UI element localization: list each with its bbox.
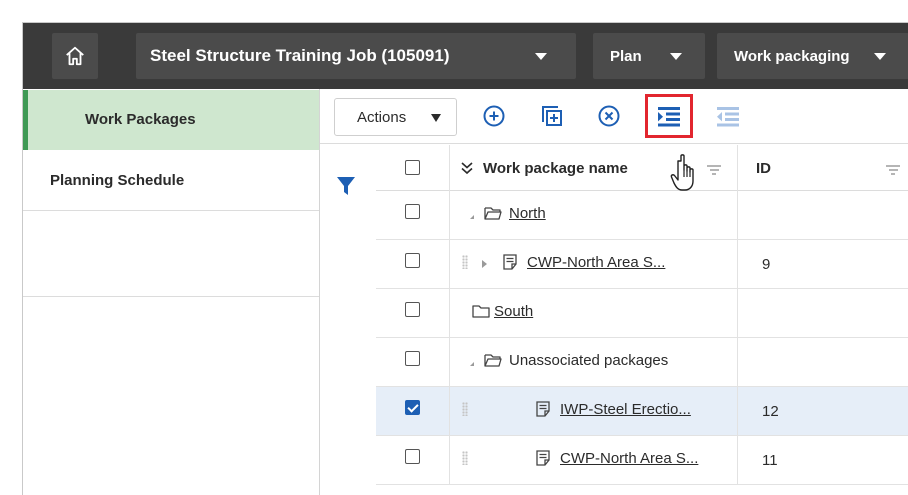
chevron-down-icon <box>535 53 547 60</box>
outdent-icon <box>717 107 739 127</box>
app-window: Steel Structure Training Job (105091) Pl… <box>22 22 908 495</box>
collapse-all-icon[interactable] <box>460 161 474 175</box>
row-id-cell: 12 <box>762 403 779 420</box>
header-select-all[interactable] <box>376 145 450 191</box>
remove-circle-icon <box>598 105 620 127</box>
folder-icon <box>472 305 490 318</box>
row-checkbox[interactable] <box>405 449 420 464</box>
plan-label: Plan <box>610 47 642 65</box>
sidebar-item-label: Work Packages <box>85 111 196 128</box>
row-name-label: Unassociated packages <box>509 352 669 369</box>
row-name-link[interactable]: North <box>509 191 546 237</box>
plan-dropdown[interactable]: Plan <box>593 33 705 79</box>
column-header-id[interactable]: ID <box>738 145 908 191</box>
outdent-button[interactable] <box>714 102 742 130</box>
folder-open-icon <box>484 207 502 220</box>
job-selector[interactable]: Steel Structure Training Job (105091) <box>136 33 576 79</box>
row-name-link[interactable]: CWP-North Area S... <box>527 240 665 286</box>
table-row[interactable]: North <box>376 191 908 240</box>
row-id-cell <box>738 338 908 387</box>
select-all-checkbox[interactable] <box>405 160 420 175</box>
row-select-cell <box>376 338 450 387</box>
expand-toggle-icon[interactable] <box>470 362 474 366</box>
work-package-icon <box>503 254 517 270</box>
filter-column <box>320 145 376 495</box>
filter-icon[interactable] <box>336 175 356 197</box>
row-select-cell <box>376 191 450 240</box>
table-row[interactable]: Unassociated packages <box>376 338 908 387</box>
actions-label: Actions <box>357 108 407 126</box>
row-checkbox-checked[interactable] <box>405 400 420 415</box>
row-checkbox[interactable] <box>405 204 420 219</box>
row-name-link[interactable]: CWP-North Area S... <box>560 436 698 482</box>
work-package-icon <box>536 401 550 417</box>
add-circle-icon <box>483 105 505 127</box>
work-packaging-label: Work packaging <box>734 47 850 65</box>
table-row[interactable]: IWP-Steel Erectio... 12 <box>376 387 908 436</box>
add-copy-button[interactable] <box>538 102 566 130</box>
table-row[interactable]: CWP-North Area S... 11 <box>376 436 908 485</box>
remove-circle-button[interactable] <box>595 102 623 130</box>
top-bar: Steel Structure Training Job (105091) Pl… <box>23 23 908 89</box>
sidebar-item-work-packages[interactable]: Work Packages <box>23 90 319 150</box>
work-packaging-dropdown[interactable]: Work packaging <box>717 33 908 79</box>
row-name-cell: North <box>450 191 738 240</box>
row-select-cell <box>376 240 450 289</box>
home-icon <box>66 46 84 66</box>
expand-toggle-icon[interactable] <box>470 215 474 219</box>
row-checkbox[interactable] <box>405 253 420 268</box>
expand-toggle-icon[interactable] <box>482 260 487 268</box>
add-circle-button[interactable] <box>480 102 508 130</box>
work-package-icon <box>536 450 550 466</box>
caret-down-icon <box>431 114 441 122</box>
row-name-cell: South <box>450 289 738 338</box>
row-checkbox[interactable] <box>405 351 420 366</box>
row-id-cell <box>738 191 908 240</box>
column-label-name: Work package name <box>483 159 628 177</box>
sidebar-divider <box>23 296 319 297</box>
add-copy-icon <box>542 106 562 126</box>
work-package-grid: Work package name ID North CWP-North Are… <box>376 145 908 495</box>
chevron-down-icon <box>670 53 682 60</box>
row-name-cell: IWP-Steel Erectio... <box>450 387 738 436</box>
row-name-cell: CWP-North Area S... <box>450 240 738 289</box>
drag-handle-icon[interactable] <box>462 255 468 269</box>
row-name-link[interactable]: South <box>494 289 533 335</box>
row-checkbox[interactable] <box>405 302 420 317</box>
row-id-cell: 11 <box>762 452 778 469</box>
column-menu-icon[interactable] <box>886 165 900 175</box>
drag-handle-icon[interactable] <box>462 451 468 465</box>
row-select-cell <box>376 289 450 338</box>
sidebar: Work Packages Planning Schedule <box>23 89 320 495</box>
row-name-link[interactable]: IWP-Steel Erectio... <box>560 387 691 433</box>
row-select-cell <box>376 387 450 436</box>
sidebar-item-planning-schedule[interactable]: Planning Schedule <box>23 151 319 211</box>
table-row[interactable]: South <box>376 289 908 338</box>
job-name: Steel Structure Training Job (105091) <box>150 46 450 65</box>
highlight-box <box>645 94 693 138</box>
chevron-down-icon <box>874 53 886 60</box>
column-label-id: ID <box>756 159 771 177</box>
row-select-cell <box>376 436 450 485</box>
grid-header: Work package name ID <box>376 145 908 191</box>
row-id-cell <box>738 289 908 338</box>
hand-pointer-icon <box>670 154 694 191</box>
actions-button[interactable]: Actions <box>334 98 457 136</box>
grid-toolbar: Actions <box>320 89 908 144</box>
home-button[interactable] <box>52 33 98 79</box>
row-name-cell: Unassociated packages <box>450 338 738 387</box>
folder-open-icon <box>484 354 502 367</box>
table-row[interactable]: CWP-North Area S... 9 <box>376 240 908 289</box>
column-menu-icon[interactable] <box>707 165 721 175</box>
drag-handle-icon[interactable] <box>462 402 468 416</box>
row-id-cell: 9 <box>762 256 771 273</box>
row-name-cell: CWP-North Area S... <box>450 436 738 485</box>
sidebar-item-label: Planning Schedule <box>50 172 185 189</box>
